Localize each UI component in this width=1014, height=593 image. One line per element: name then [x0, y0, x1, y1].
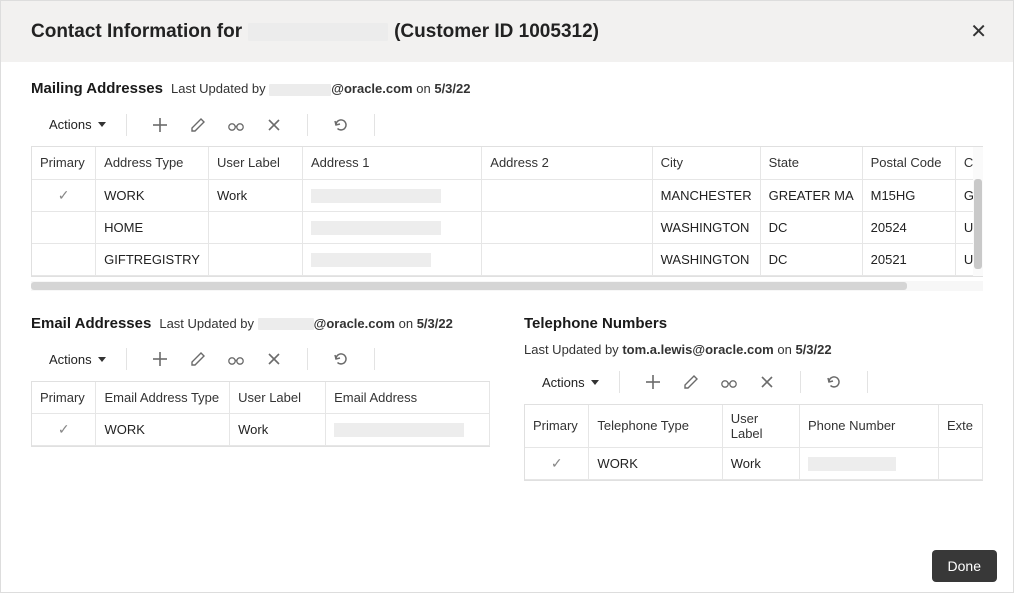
col-ext-cut[interactable]: Exte [938, 405, 982, 448]
dialog-footer: Done [1, 540, 1013, 592]
col-phone-type[interactable]: Telephone Type [589, 405, 722, 448]
mailing-updater-redacted [269, 84, 331, 96]
caret-down-icon [98, 122, 106, 127]
phone-last-updated: Last Updated by tom.a.lewis@oracle.com o… [524, 342, 983, 357]
col-address-type[interactable]: Address Type [96, 147, 209, 179]
table-row[interactable]: ✓ WORK Work MANCHESTER GREATER MA M15HG … [32, 179, 983, 211]
col-email-address[interactable]: Email Address [326, 382, 490, 414]
phone-actions-menu[interactable]: Actions [536, 371, 605, 394]
refresh-icon[interactable] [332, 350, 350, 368]
mailing-section: Mailing Addresses Last Updated by @oracl… [31, 80, 983, 291]
add-icon[interactable] [644, 373, 662, 391]
close-icon[interactable]: ✕ [966, 17, 991, 46]
horizontal-scrollbar[interactable] [31, 281, 983, 291]
table-row[interactable]: GIFTREGISTRY WASHINGTON DC 20521 U [32, 243, 983, 275]
email-title: Email Addresses [31, 315, 151, 332]
col-city[interactable]: City [652, 147, 760, 179]
table-row[interactable]: HOME WASHINGTON DC 20524 U [32, 211, 983, 243]
caret-down-icon [591, 380, 599, 385]
add-icon[interactable] [151, 350, 169, 368]
table-row[interactable]: ✓ WORK Work [32, 414, 490, 446]
mailing-title: Mailing Addresses [31, 80, 163, 97]
vertical-scrollbar[interactable] [973, 147, 983, 276]
done-button[interactable]: Done [932, 550, 997, 582]
dialog-header: Contact Information for (Customer ID 100… [1, 1, 1013, 62]
col-primary[interactable]: Primary [32, 382, 96, 414]
caret-down-icon [98, 357, 106, 362]
col-address2[interactable]: Address 2 [482, 147, 652, 179]
title-prefix: Contact Information for [31, 21, 242, 43]
edit-icon[interactable] [189, 350, 207, 368]
primary-check-icon: ✓ [40, 187, 87, 204]
primary-check-icon: ✓ [40, 421, 87, 438]
customer-name-redacted [248, 23, 388, 41]
email-last-updated: Last Updated by @oracle.com on 5/3/22 [159, 316, 453, 331]
phone-title: Telephone Numbers [524, 315, 667, 332]
col-user-label[interactable]: User Label [208, 147, 302, 179]
view-icon[interactable] [227, 116, 245, 134]
mailing-table: Primary Address Type User Label Address … [31, 146, 983, 277]
addr1-redacted [311, 189, 441, 203]
email-updater-redacted [258, 318, 314, 330]
view-icon[interactable] [227, 350, 245, 368]
col-address1[interactable]: Address 1 [302, 147, 481, 179]
col-primary[interactable]: Primary [525, 405, 589, 448]
col-primary[interactable]: Primary [32, 147, 96, 179]
col-phone-number[interactable]: Phone Number [799, 405, 938, 448]
refresh-icon[interactable] [825, 373, 843, 391]
col-user-label[interactable]: User Label [230, 382, 326, 414]
phone-toolbar: Actions [524, 365, 983, 404]
primary-check-icon: ✓ [533, 455, 580, 472]
delete-icon[interactable] [758, 373, 776, 391]
mailing-toolbar: Actions [31, 107, 983, 146]
refresh-icon[interactable] [332, 116, 350, 134]
col-state[interactable]: State [760, 147, 862, 179]
add-icon[interactable] [151, 116, 169, 134]
mailing-last-updated: Last Updated by @oracle.com on 5/3/22 [171, 81, 471, 96]
email-section: Email Addresses Last Updated by @oracle.… [31, 315, 490, 448]
phone-redacted [808, 457, 896, 471]
view-icon[interactable] [720, 373, 738, 391]
lower-row: Email Addresses Last Updated by @oracle.… [31, 315, 983, 481]
addr1-redacted [311, 253, 431, 267]
col-user-label[interactable]: User Label [722, 405, 799, 448]
table-row[interactable]: ✓ WORK Work [525, 447, 983, 479]
contact-info-dialog: Contact Information for (Customer ID 100… [0, 0, 1014, 593]
email-table: Primary Email Address Type User Label Em… [31, 381, 490, 448]
dialog-body: Mailing Addresses Last Updated by @oracl… [1, 62, 1013, 540]
email-actions-menu[interactable]: Actions [43, 348, 112, 371]
mailing-actions-menu[interactable]: Actions [43, 113, 112, 136]
delete-icon[interactable] [265, 116, 283, 134]
email-redacted [334, 423, 464, 437]
edit-icon[interactable] [682, 373, 700, 391]
col-email-type[interactable]: Email Address Type [96, 382, 230, 414]
title-suffix: (Customer ID 1005312) [394, 21, 599, 43]
email-toolbar: Actions [31, 342, 490, 381]
phone-table: Primary Telephone Type User Label Phone … [524, 404, 983, 481]
dialog-title: Contact Information for (Customer ID 100… [31, 21, 599, 43]
col-postal[interactable]: Postal Code [862, 147, 955, 179]
phone-section: Telephone Numbers Last Updated by tom.a.… [524, 315, 983, 481]
addr1-redacted [311, 221, 441, 235]
delete-icon[interactable] [265, 350, 283, 368]
edit-icon[interactable] [189, 116, 207, 134]
